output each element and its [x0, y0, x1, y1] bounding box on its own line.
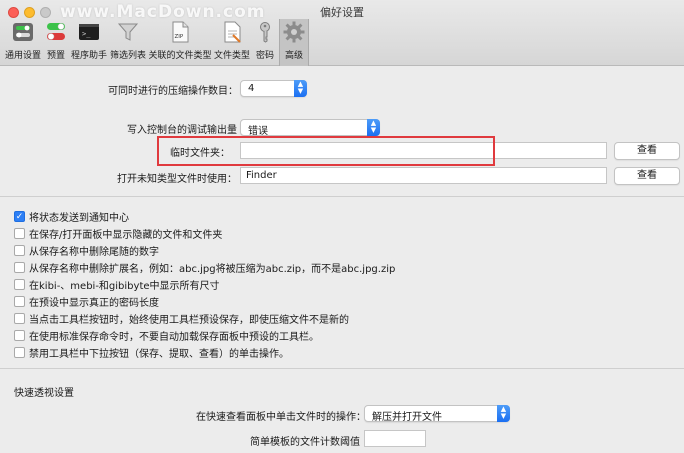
checkbox-row[interactable]: 在保存/打开面板中显示隐藏的文件和文件夹 — [14, 227, 223, 241]
toolbar-label: 高级 — [284, 51, 303, 61]
popup-arrows-icon: ▲ ▼ — [497, 405, 510, 422]
console-output-popup[interactable]: 错误 ▲ ▼ — [240, 119, 380, 137]
checkbox-label: 从保存名称中删除尾随的数字 — [29, 247, 159, 258]
unknown-type-view-button[interactable]: 查看 — [614, 167, 680, 185]
unknown-type-label: 打开未知类型文件时使用： — [117, 174, 237, 185]
svg-text:ZIP: ZIP — [175, 34, 184, 40]
checkbox-label: 在保存/打开面板中显示隐藏的文件和文件夹 — [29, 230, 223, 241]
document-icon — [224, 21, 241, 43]
concurrent-popup[interactable]: 4 ▲ ▼ — [240, 80, 307, 97]
toolbar-label: 筛选列表 — [109, 51, 146, 61]
toolbar-label: 文件类型 — [213, 51, 250, 61]
divider — [0, 196, 684, 197]
toolbar-label: 通用设置 — [4, 51, 41, 61]
checkbox-label: 在kibi-、mebi-和gibibyte中显示所有尺寸 — [29, 281, 220, 292]
quicklook-click-value: 解压并打开文件 — [372, 412, 442, 423]
checkbox-row[interactable]: 在kibi-、mebi-和gibibyte中显示所有尺寸 — [14, 278, 220, 292]
svg-text:>_: >_ — [82, 30, 91, 38]
checkbox-row[interactable]: 从保存名称中删除扩展名，例如：abc.jpg将被压缩为abc.zip，而不是ab… — [14, 261, 396, 275]
toolbar-item-helper[interactable]: >_ 程序助手 — [70, 20, 108, 64]
checkbox[interactable] — [14, 245, 25, 256]
toolbar-label: 关联的文件类型 — [148, 51, 212, 61]
window-title: 偏好设置 — [320, 6, 364, 19]
checkbox-row[interactable]: 当点击工具栏按钮时，始终使用工具栏预设保存，即使压缩文件不是新的 — [14, 312, 349, 326]
funnel-icon — [117, 23, 139, 41]
toolbar-item-filter[interactable]: 筛选列表 — [109, 20, 147, 64]
quicklook-click-label: 在快速查看面板中单击文件时的操作： — [196, 412, 366, 423]
checkbox-row[interactable]: 在使用标准保存命令时，不要自动加载保存面板中预设的工具栏。 — [14, 329, 319, 343]
threshold-field[interactable] — [364, 430, 426, 447]
console-output-label: 写入控制台的调试输出量 — [127, 125, 237, 136]
checkbox[interactable] — [14, 228, 25, 239]
checkbox-label: 当点击工具栏按钮时，始终使用工具栏预设保存，即使压缩文件不是新的 — [29, 315, 349, 326]
checkbox-row[interactable]: ✓ 将状态发送到通知中心 — [14, 210, 129, 224]
quicklook-click-popup[interactable]: 解压并打开文件 ▲ ▼ — [364, 405, 510, 423]
toolbar-item-password[interactable]: 密码 — [252, 20, 278, 64]
toolbar-label: 密码 — [255, 51, 274, 61]
toolbar-item-general[interactable]: 通用设置 — [4, 20, 42, 64]
unknown-type-field[interactable]: Finder — [240, 167, 607, 184]
checkbox[interactable] — [14, 313, 25, 324]
checkbox[interactable] — [14, 279, 25, 290]
key-icon — [260, 22, 270, 43]
toolbar-item-associated-types[interactable]: ZIP 关联的文件类型 — [148, 20, 212, 64]
checkbox[interactable] — [14, 330, 25, 341]
checkbox[interactable] — [14, 262, 25, 273]
terminal-icon: >_ — [79, 24, 99, 40]
switches-icon — [13, 23, 33, 41]
unknown-type-value: Finder — [246, 170, 277, 181]
toolbar-label: 程序助手 — [70, 51, 107, 61]
popup-arrows-icon: ▲ ▼ — [294, 80, 307, 97]
threshold-label: 简单模板的文件计数阈值 — [250, 437, 360, 448]
checkbox-label: 禁用工具栏中下拉按钮（保存、提取、查看）的单击操作。 — [29, 349, 289, 360]
checkbox-row[interactable]: 在预设中显示真正的密码长度 — [14, 295, 159, 309]
toggle-icon — [47, 23, 65, 40]
toolbar-item-file-types[interactable]: 文件类型 — [213, 20, 251, 64]
checkbox-label: 在预设中显示真正的密码长度 — [29, 298, 159, 309]
checkbox-label: 在使用标准保存命令时，不要自动加载保存面板中预设的工具栏。 — [29, 332, 319, 343]
popup-arrows-icon: ▲ ▼ — [367, 119, 380, 136]
console-output-value: 错误 — [248, 126, 268, 137]
divider — [0, 368, 684, 369]
temp-folder-view-button[interactable]: 查看 — [614, 142, 680, 160]
checkbox-row[interactable]: 禁用工具栏中下拉按钮（保存、提取、查看）的单击操作。 — [14, 346, 289, 360]
concurrent-value: 4 — [248, 83, 255, 94]
window-toolbar: www.MacDown.com 偏好设置 通用设置 预置 >_ 程序助手 筛选列… — [0, 0, 684, 66]
checkbox[interactable] — [14, 296, 25, 307]
gear-icon — [283, 21, 305, 43]
concurrent-label: 可同时进行的压缩操作数目： — [108, 86, 238, 97]
toolbar-item-advanced[interactable]: 高级 — [279, 19, 309, 66]
checkbox[interactable] — [14, 347, 25, 358]
checkbox-row[interactable]: 从保存名称中删除尾随的数字 — [14, 244, 159, 258]
checkbox-label: 从保存名称中删除扩展名，例如：abc.jpg将被压缩为abc.zip，而不是ab… — [29, 264, 396, 275]
checkbox-label: 将状态发送到通知中心 — [29, 213, 129, 224]
quicklook-section-title: 快速透视设置 — [14, 388, 74, 399]
toolbar-label: 预置 — [46, 51, 65, 61]
toolbar-item-presets[interactable]: 预置 — [43, 20, 69, 64]
highlight-box — [157, 136, 495, 166]
checkbox[interactable]: ✓ — [14, 211, 25, 222]
zip-file-icon: ZIP — [172, 21, 189, 43]
